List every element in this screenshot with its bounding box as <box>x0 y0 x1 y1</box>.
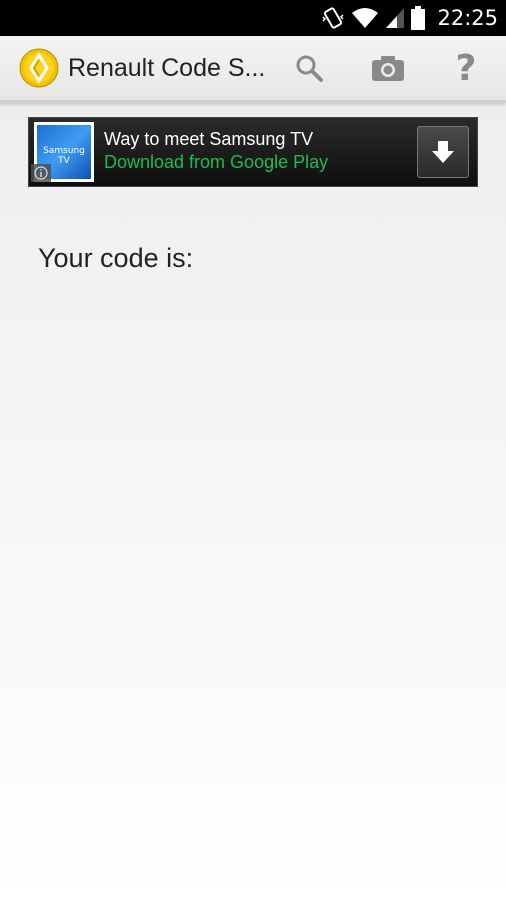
ad-title[interactable]: Way to meet Samsung TV <box>104 129 313 150</box>
signal-icon <box>386 8 405 28</box>
ad-info-icon[interactable] <box>31 164 51 182</box>
status-time: 22:25 <box>437 6 498 30</box>
help-icon: ? <box>455 47 477 89</box>
ad-download-button[interactable] <box>417 126 469 178</box>
vibrate-icon <box>322 7 344 29</box>
code-label: Your code is: <box>38 243 194 273</box>
app-title: Renault Code S... <box>68 54 266 82</box>
help-button[interactable]: ? <box>444 47 488 89</box>
search-icon <box>296 55 323 82</box>
search-button[interactable] <box>287 48 331 88</box>
camera-icon <box>372 56 404 81</box>
wifi-icon <box>352 8 379 28</box>
status-icons: 22:25 <box>321 0 498 36</box>
action-bar: Renault Code S... ? <box>0 36 506 103</box>
ad-banner[interactable]: Samsung TV Way to meet Samsung TV Downlo… <box>28 117 478 187</box>
renault-diamond-icon[interactable] <box>19 48 59 88</box>
download-arrow-icon <box>432 141 454 163</box>
camera-button[interactable] <box>366 48 410 88</box>
battery-icon <box>411 6 426 30</box>
ad-subtitle[interactable]: Download from Google Play <box>104 152 328 173</box>
info-icon <box>34 166 48 180</box>
status-bar: 22:25 <box>0 0 506 36</box>
ad-thumb-text: Samsung TV <box>43 146 85 166</box>
